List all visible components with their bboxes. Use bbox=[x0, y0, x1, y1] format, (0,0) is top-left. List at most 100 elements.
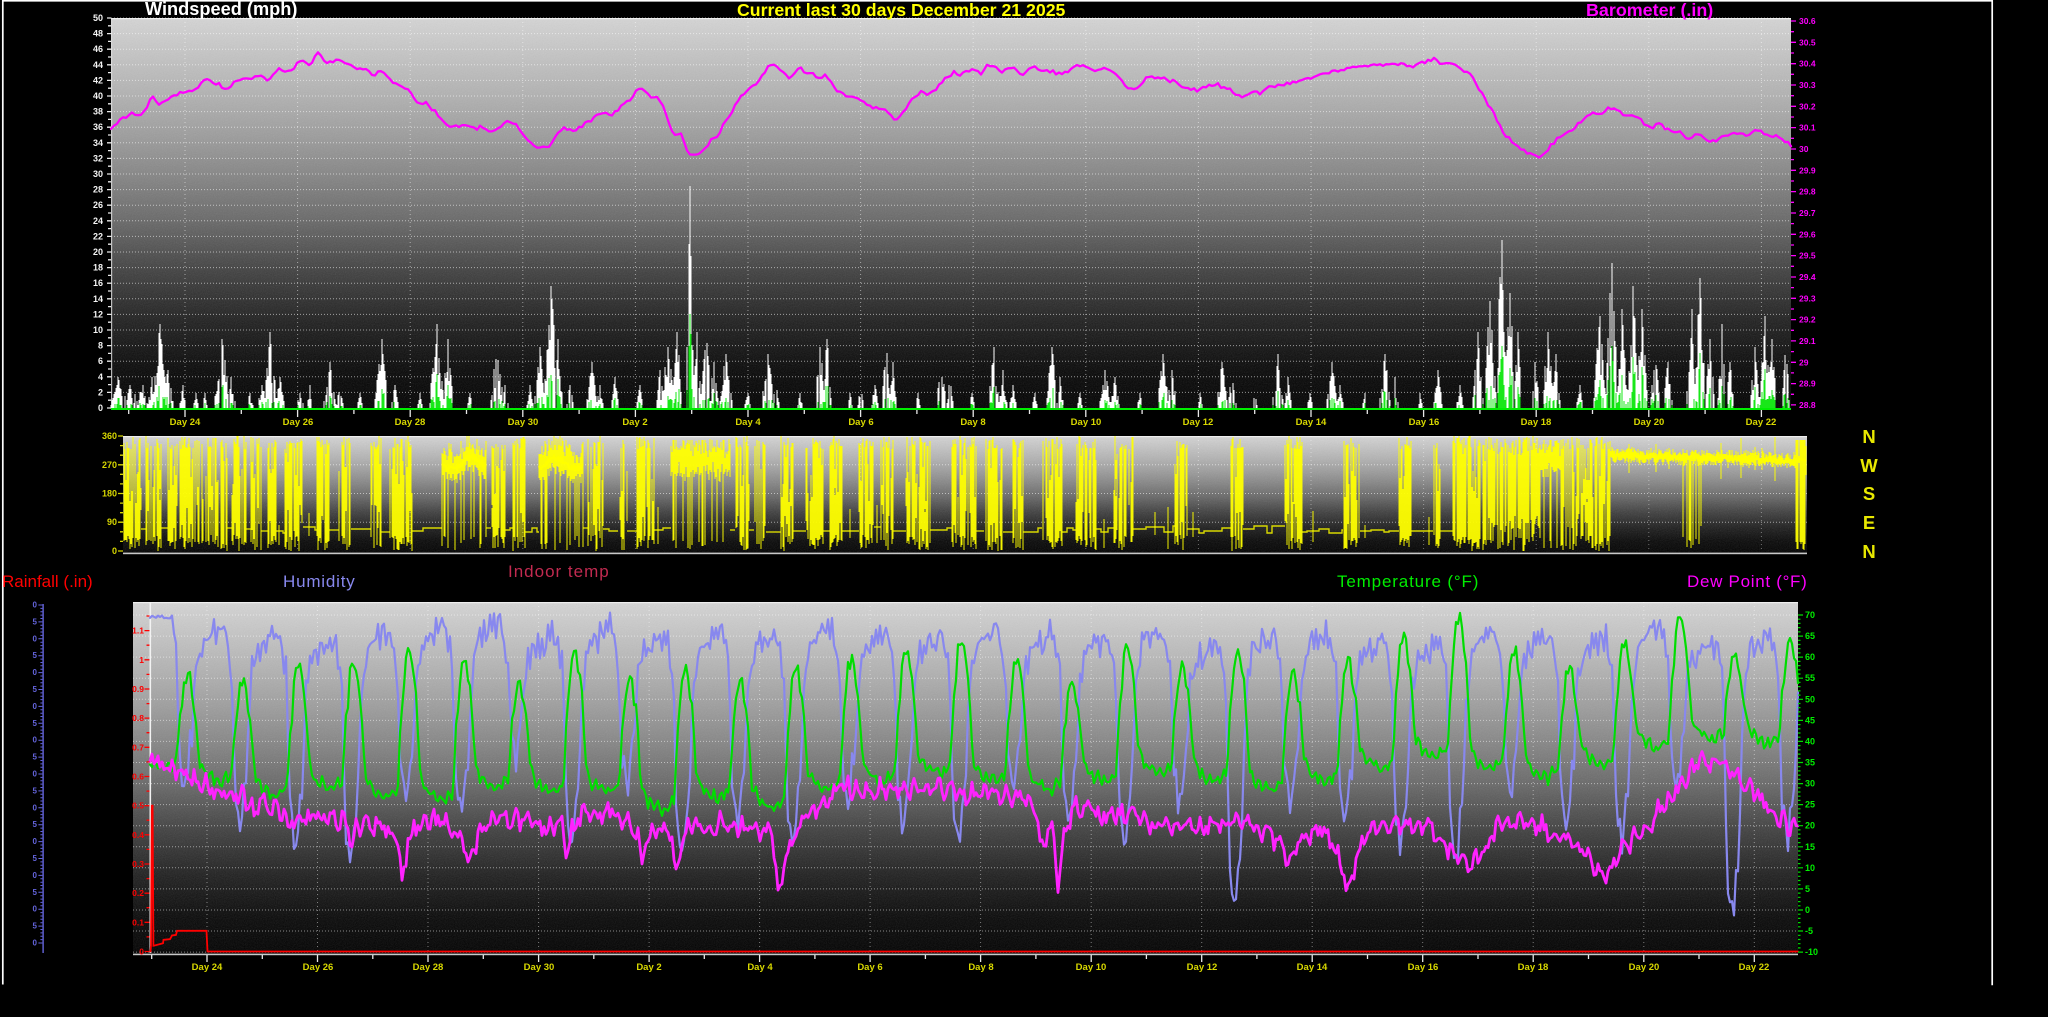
svg-text:30.3: 30.3 bbox=[1799, 80, 1816, 90]
svg-text:Day 22: Day 22 bbox=[1746, 417, 1777, 428]
svg-text:-5: -5 bbox=[1805, 926, 1813, 936]
svg-text:0.5: 0.5 bbox=[132, 801, 144, 811]
svg-text:18: 18 bbox=[93, 263, 103, 273]
svg-text:180: 180 bbox=[102, 489, 117, 499]
svg-text:28.8: 28.8 bbox=[1799, 400, 1816, 410]
svg-text:Day 8: Day 8 bbox=[968, 962, 993, 973]
svg-text:270: 270 bbox=[102, 460, 117, 470]
svg-text:Day 14: Day 14 bbox=[1297, 962, 1328, 973]
svg-text:10: 10 bbox=[93, 325, 103, 335]
svg-text:0: 0 bbox=[33, 770, 38, 779]
svg-text:0: 0 bbox=[33, 634, 38, 643]
svg-text:65: 65 bbox=[1805, 631, 1815, 641]
svg-text:Day 24: Day 24 bbox=[170, 417, 201, 428]
svg-text:S: S bbox=[1863, 483, 1875, 504]
svg-text:0.2: 0.2 bbox=[132, 888, 144, 898]
svg-text:50: 50 bbox=[1805, 694, 1815, 704]
svg-text:55: 55 bbox=[1805, 673, 1815, 683]
svg-text:40: 40 bbox=[93, 91, 103, 101]
svg-text:5: 5 bbox=[33, 888, 38, 897]
svg-text:38: 38 bbox=[93, 107, 103, 117]
svg-text:60: 60 bbox=[1805, 652, 1815, 662]
svg-text:N: N bbox=[1862, 426, 1875, 447]
svg-text:8: 8 bbox=[98, 341, 103, 351]
svg-text:0.6: 0.6 bbox=[132, 772, 144, 782]
svg-text:16: 16 bbox=[93, 278, 103, 288]
svg-text:Day 16: Day 16 bbox=[1408, 962, 1439, 973]
svg-text:Dew Point (°F): Dew Point (°F) bbox=[1687, 572, 1808, 591]
svg-text:1: 1 bbox=[139, 655, 144, 665]
svg-text:5: 5 bbox=[33, 753, 38, 762]
svg-text:36: 36 bbox=[93, 122, 103, 132]
svg-text:Day 12: Day 12 bbox=[1187, 962, 1218, 973]
svg-text:30: 30 bbox=[93, 169, 103, 179]
svg-text:5: 5 bbox=[33, 820, 38, 829]
svg-text:35: 35 bbox=[1805, 758, 1815, 768]
svg-text:5: 5 bbox=[33, 786, 38, 795]
svg-text:48: 48 bbox=[93, 29, 103, 39]
svg-text:Day 2: Day 2 bbox=[636, 962, 661, 973]
svg-text:Day 16: Day 16 bbox=[1409, 417, 1440, 428]
svg-text:Day 18: Day 18 bbox=[1518, 962, 1549, 973]
svg-text:-10: -10 bbox=[1805, 947, 1818, 957]
svg-text:0.8: 0.8 bbox=[132, 713, 144, 723]
svg-text:14: 14 bbox=[93, 294, 103, 304]
svg-text:28: 28 bbox=[93, 185, 103, 195]
svg-text:0: 0 bbox=[98, 403, 103, 413]
svg-text:5: 5 bbox=[33, 651, 38, 660]
svg-text:0.1: 0.1 bbox=[132, 917, 144, 927]
svg-text:Day 6: Day 6 bbox=[848, 417, 873, 428]
svg-text:5: 5 bbox=[33, 617, 38, 626]
svg-text:45: 45 bbox=[1805, 715, 1815, 725]
svg-text:Day 28: Day 28 bbox=[413, 962, 444, 973]
svg-text:Day 2: Day 2 bbox=[622, 417, 647, 428]
svg-text:29.4: 29.4 bbox=[1799, 272, 1816, 282]
svg-text:0: 0 bbox=[33, 803, 38, 812]
svg-text:0: 0 bbox=[33, 702, 38, 711]
svg-text:Day 30: Day 30 bbox=[524, 962, 555, 973]
svg-text:Day 10: Day 10 bbox=[1071, 417, 1102, 428]
svg-text:Day 12: Day 12 bbox=[1183, 417, 1214, 428]
svg-text:Temperature (°F): Temperature (°F) bbox=[1337, 572, 1479, 591]
svg-text:Windspeed (mph): Windspeed (mph) bbox=[145, 0, 297, 19]
svg-text:Day 4: Day 4 bbox=[747, 962, 773, 973]
svg-text:6: 6 bbox=[98, 356, 103, 366]
svg-text:0: 0 bbox=[1805, 905, 1810, 915]
svg-text:30.6: 30.6 bbox=[1799, 16, 1816, 26]
svg-text:29.2: 29.2 bbox=[1799, 315, 1816, 325]
svg-text:Day 26: Day 26 bbox=[303, 962, 334, 973]
svg-text:W: W bbox=[1860, 455, 1878, 476]
svg-text:0: 0 bbox=[33, 905, 38, 914]
svg-text:Day 8: Day 8 bbox=[960, 417, 985, 428]
svg-text:24: 24 bbox=[93, 216, 103, 226]
svg-text:29.1: 29.1 bbox=[1799, 336, 1816, 346]
svg-text:30.2: 30.2 bbox=[1799, 101, 1816, 111]
svg-text:5: 5 bbox=[33, 922, 38, 931]
svg-text:32: 32 bbox=[93, 153, 103, 163]
svg-text:0.4: 0.4 bbox=[132, 830, 144, 840]
svg-text:0: 0 bbox=[33, 736, 38, 745]
svg-text:30: 30 bbox=[1799, 144, 1809, 154]
svg-text:Day 26: Day 26 bbox=[283, 417, 314, 428]
svg-text:Day 14: Day 14 bbox=[1296, 417, 1327, 428]
svg-text:5: 5 bbox=[1805, 884, 1810, 894]
svg-text:44: 44 bbox=[93, 60, 103, 70]
svg-text:42: 42 bbox=[93, 75, 103, 85]
svg-text:25: 25 bbox=[1805, 800, 1815, 810]
svg-text:Day 18: Day 18 bbox=[1521, 417, 1552, 428]
svg-text:10: 10 bbox=[1805, 863, 1815, 873]
svg-text:26: 26 bbox=[93, 200, 103, 210]
svg-text:1.1: 1.1 bbox=[132, 626, 144, 636]
svg-text:Day 10: Day 10 bbox=[1076, 962, 1107, 973]
svg-text:70: 70 bbox=[1805, 610, 1815, 620]
svg-text:0.7: 0.7 bbox=[132, 742, 144, 752]
svg-text:20: 20 bbox=[1805, 821, 1815, 831]
svg-text:Day 20: Day 20 bbox=[1634, 417, 1665, 428]
svg-text:29: 29 bbox=[1799, 357, 1809, 367]
svg-text:29.9: 29.9 bbox=[1799, 165, 1816, 175]
svg-text:Barometer (.in): Barometer (.in) bbox=[1586, 0, 1713, 20]
svg-text:Indoor temp: Indoor temp bbox=[508, 562, 610, 581]
svg-text:5: 5 bbox=[33, 719, 38, 728]
svg-text:Day 22: Day 22 bbox=[1739, 962, 1770, 973]
svg-text:5: 5 bbox=[33, 854, 38, 863]
